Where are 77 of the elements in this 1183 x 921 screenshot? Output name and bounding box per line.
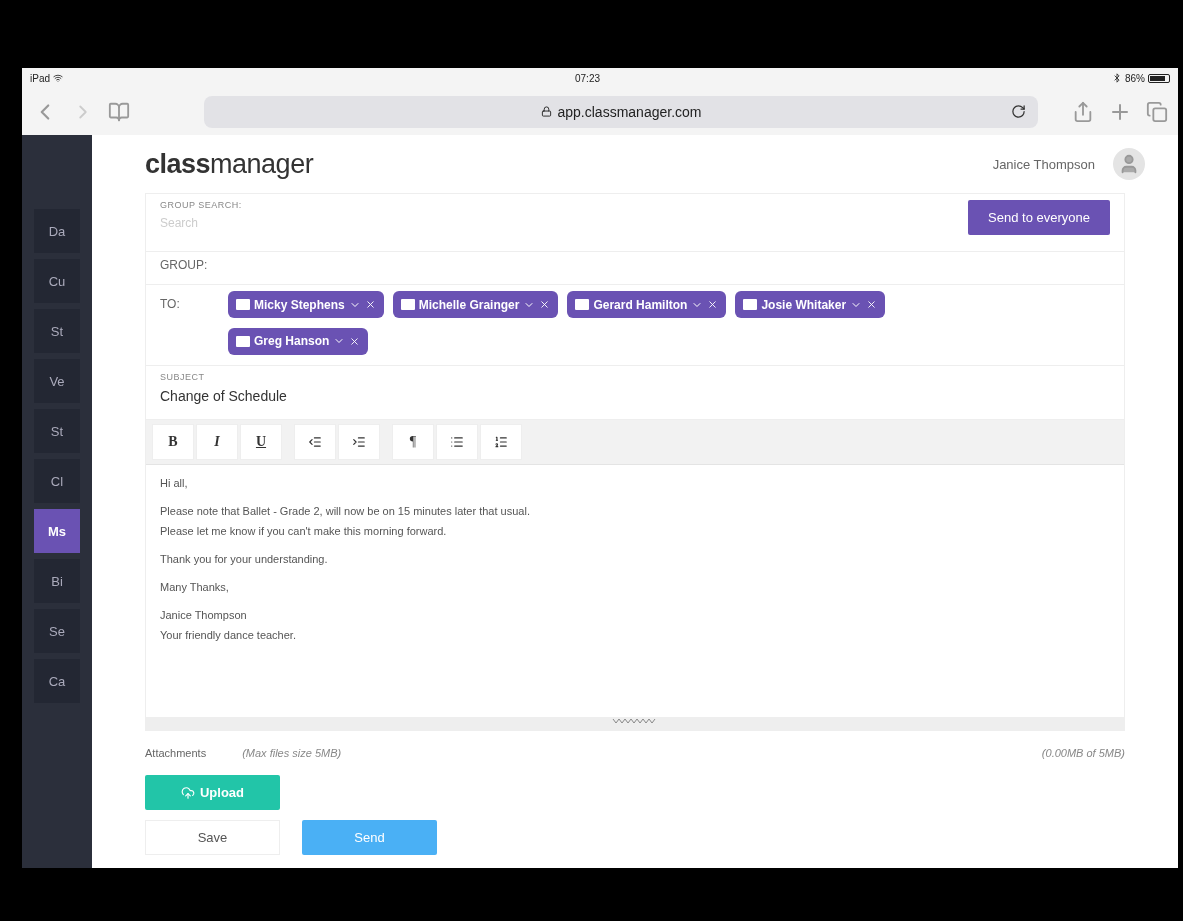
remove-icon[interactable] xyxy=(539,299,551,310)
usage-note: (0.00MB of 5MB) xyxy=(1041,747,1125,759)
contact-card-icon xyxy=(575,299,590,310)
bluetooth-icon xyxy=(1112,73,1122,83)
clock: 07:23 xyxy=(575,72,600,84)
message-line: Your friendly dance teacher. xyxy=(160,629,297,641)
recipient-chip[interactable]: Greg Hanson xyxy=(228,327,369,355)
contact-card-icon xyxy=(743,299,758,310)
resize-handle-icon[interactable] xyxy=(612,717,658,725)
recipient-name: Greg Hanson xyxy=(254,334,330,348)
remove-icon[interactable] xyxy=(866,299,878,310)
format-button[interactable]: B xyxy=(152,424,194,460)
reload-icon[interactable] xyxy=(1011,103,1026,119)
share-icon[interactable] xyxy=(1072,100,1094,123)
lock-icon xyxy=(540,106,552,117)
battery-percent: 86% xyxy=(1125,72,1145,84)
message-line: Thank you for your understanding. xyxy=(160,553,329,565)
bullet-list-button[interactable] xyxy=(436,424,478,460)
sidebar-item[interactable]: Ms xyxy=(34,509,80,553)
contact-card-icon xyxy=(236,299,250,310)
field-label: TO: xyxy=(160,296,181,313)
remove-icon[interactable] xyxy=(364,299,376,310)
indent-icon xyxy=(352,435,366,449)
format-button[interactable]: U xyxy=(240,424,282,460)
sidebar-item[interactable]: Se xyxy=(34,609,80,653)
remove-icon[interactable] xyxy=(707,299,719,310)
wifi-icon xyxy=(53,73,63,83)
device-name: iPad xyxy=(30,72,50,84)
logo: classmanager xyxy=(145,148,314,180)
recipient-name: Micky Stephens xyxy=(254,297,345,312)
message-line: Janice Thompson xyxy=(160,609,248,621)
contact-card-icon xyxy=(236,335,250,347)
sidebar-item[interactable]: Bi xyxy=(34,559,80,603)
outdent-button[interactable] xyxy=(294,424,336,460)
recipient-chip[interactable]: Michelle Grainger xyxy=(392,291,559,318)
recipient-chip[interactable]: Gerard Hamilton xyxy=(567,291,727,318)
remove-icon[interactable] xyxy=(349,335,361,347)
recipient-name: Michelle Grainger xyxy=(418,297,520,312)
recipient-chip[interactable]: Josie Whitaker xyxy=(735,291,886,318)
message-line: Hi all, xyxy=(160,477,189,489)
attachments-label: Attachments xyxy=(145,747,207,759)
contact-card-icon xyxy=(400,299,415,310)
sidebar-item[interactable]: Cl xyxy=(34,459,80,503)
format-button[interactable]: ¶ xyxy=(392,424,434,460)
user-name: Janice Thompson xyxy=(992,156,1095,172)
format-button[interactable]: I xyxy=(196,424,238,460)
sidebar-item[interactable]: St xyxy=(34,309,80,353)
bullet-list-icon xyxy=(450,435,464,449)
address-bar[interactable]: app.classmanager.com xyxy=(204,95,1038,128)
field-label: GROUP: xyxy=(160,258,208,274)
field-label: GROUP SEARCH: xyxy=(160,200,243,210)
field-label: SUBJECT xyxy=(160,372,206,382)
subject-field[interactable]: Change of Schedule xyxy=(160,388,1110,404)
numbered-list-button[interactable] xyxy=(480,424,522,460)
message-line: Please let me know if you can't make this morning forward. xyxy=(160,525,448,537)
save-button[interactable]: Save xyxy=(145,820,280,855)
numbered-list-icon xyxy=(494,435,508,449)
recipient-name: Josie Whitaker xyxy=(761,297,847,312)
message-line: Many Thanks, xyxy=(160,581,230,593)
indent-button[interactable] xyxy=(338,424,380,460)
message-line: Please note that Ballet - Grade 2, will now be on 15 minutes later that usual. xyxy=(160,505,531,517)
size-limit-note: (Max files size 5MB) xyxy=(242,747,342,759)
sidebar-item[interactable]: Da xyxy=(34,209,80,253)
send-to-everyone-button[interactable]: Send to everyone xyxy=(968,200,1110,235)
url-text: app.classmanager.com xyxy=(557,103,702,120)
cloud-upload-icon xyxy=(180,785,195,800)
sidebar-item[interactable]: St xyxy=(34,409,80,453)
bookmarks-icon[interactable] xyxy=(108,100,130,123)
outdent-icon xyxy=(308,435,322,449)
sidebar-item[interactable]: Cu xyxy=(34,259,80,303)
tabs-icon[interactable] xyxy=(1146,100,1168,123)
recipient-chip[interactable]: Micky Stephens xyxy=(228,291,384,318)
battery-icon xyxy=(1148,73,1170,83)
sidebar-item[interactable]: Ca xyxy=(34,659,80,703)
recipient-name: Gerard Hamilton xyxy=(593,297,688,312)
avatar-icon[interactable] xyxy=(1113,148,1145,180)
sidebar-item[interactable]: Ve xyxy=(34,359,80,403)
